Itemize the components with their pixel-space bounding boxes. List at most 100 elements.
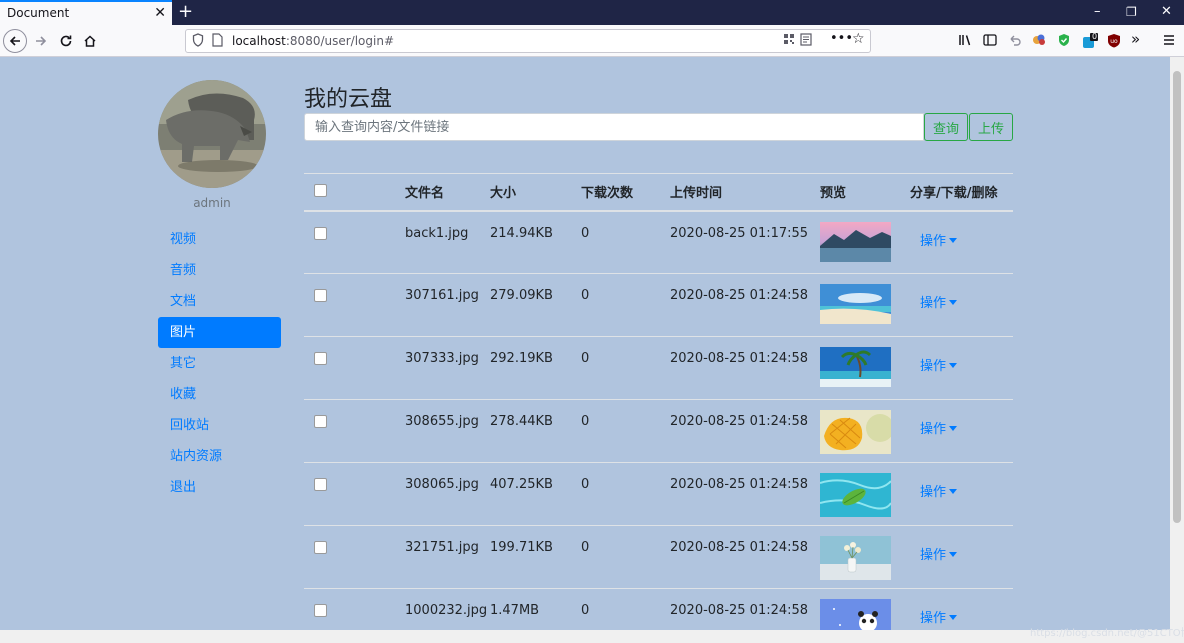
column-header-downloads[interactable]: 下载次数 xyxy=(581,173,670,212)
file-name: back1.jpg xyxy=(405,210,490,274)
vertical-scrollbar-thumb[interactable] xyxy=(1173,71,1181,523)
preview-thumbnail[interactable] xyxy=(820,410,891,454)
sidebar-item-documents[interactable]: 文档 xyxy=(158,286,281,317)
actions-dropdown[interactable]: 操作 xyxy=(920,607,958,626)
overflow-chevron-icon[interactable]: » xyxy=(1131,31,1140,47)
upload-time: 2020-08-25 01:24:58 xyxy=(670,336,820,400)
upload-time: 2020-08-25 01:24:58 xyxy=(670,399,820,463)
row-checkbox[interactable] xyxy=(314,352,327,365)
preview-thumbnail[interactable] xyxy=(820,473,891,517)
search-input[interactable] xyxy=(304,113,924,141)
tab-document[interactable]: Document ✕ xyxy=(0,0,172,25)
preview-thumbnail[interactable] xyxy=(820,347,891,387)
username: admin xyxy=(193,196,231,210)
horizontal-scrollbar[interactable] xyxy=(0,630,1184,643)
file-name: 308065.jpg xyxy=(405,462,490,526)
page-title: 我的云盘 xyxy=(304,87,393,112)
url-bar[interactable]: localhost:8080/user/login# ••• ☆ xyxy=(185,29,871,53)
row-checkbox[interactable] xyxy=(314,541,327,554)
page-actions-icon[interactable]: ••• xyxy=(830,31,853,46)
forward-arrow-icon xyxy=(36,36,47,46)
actions-dropdown[interactable]: 操作 xyxy=(920,481,958,500)
shield-extension-icon[interactable] xyxy=(1057,33,1071,51)
download-count: 0 xyxy=(581,273,670,337)
sidebar-item-favorites[interactable]: 收藏 xyxy=(158,379,281,410)
preview-thumbnail[interactable] xyxy=(820,221,891,262)
actions-dropdown[interactable]: 操作 xyxy=(920,544,958,563)
page-info-icon[interactable] xyxy=(212,33,223,50)
extension-badge-count: 0 xyxy=(1092,32,1098,41)
forward-button[interactable] xyxy=(30,30,52,52)
caret-down-icon xyxy=(949,237,958,243)
select-all-cell xyxy=(304,173,405,212)
file-name: 307333.jpg xyxy=(405,336,490,400)
new-tab-button[interactable]: + xyxy=(178,1,193,23)
upload-time: 2020-08-25 01:24:58 xyxy=(670,462,820,526)
caret-down-icon xyxy=(949,489,958,494)
file-size: 292.19KB xyxy=(490,336,581,400)
download-count: 0 xyxy=(581,525,670,589)
preview-thumbnail[interactable] xyxy=(820,284,891,324)
qr-code-icon[interactable] xyxy=(783,33,795,48)
back-arrow-icon xyxy=(9,36,20,46)
restore-button[interactable]: ❐ xyxy=(1126,3,1137,21)
back-button[interactable] xyxy=(3,29,27,53)
download-count: 0 xyxy=(581,462,670,526)
sidebar-item-logout[interactable]: 退出 xyxy=(158,472,281,503)
tab-title: Document xyxy=(7,6,70,20)
url-host: localhost xyxy=(232,34,286,48)
file-size: 199.71KB xyxy=(490,525,581,589)
table-row: 307161.jpg 279.09KB 0 2020-08-25 01:24:5… xyxy=(304,273,1013,337)
select-all-checkbox[interactable] xyxy=(314,183,327,197)
preview-thumbnail[interactable] xyxy=(820,536,891,580)
shield-icon[interactable] xyxy=(192,33,204,50)
url-path: :8080/user/login# xyxy=(285,34,395,48)
upload-time: 2020-08-25 01:24:58 xyxy=(670,525,820,589)
ublock-icon[interactable]: uo xyxy=(1107,33,1121,52)
sidebar-item-recycle-bin[interactable]: 回收站 xyxy=(158,410,281,441)
reload-button[interactable] xyxy=(55,30,77,52)
bookmark-star-icon[interactable]: ☆ xyxy=(852,31,865,47)
query-button[interactable]: 查询 xyxy=(924,113,968,141)
sidebar-item-video[interactable]: 视频 xyxy=(158,224,281,255)
column-header-size[interactable]: 大小 xyxy=(490,173,581,212)
caret-down-icon xyxy=(949,426,958,431)
file-size: 278.44KB xyxy=(490,399,581,463)
menu-icon[interactable] xyxy=(1162,33,1176,51)
row-checkbox[interactable] xyxy=(314,415,327,428)
extension-badge-icon[interactable]: 0 xyxy=(1082,32,1098,53)
tab-close-icon[interactable]: ✕ xyxy=(154,5,166,21)
actions-dropdown[interactable]: 操作 xyxy=(920,292,958,311)
actions-dropdown[interactable]: 操作 xyxy=(920,230,958,249)
file-name: 307161.jpg xyxy=(405,273,490,337)
sidebar-item-images[interactable]: 图片 xyxy=(158,317,281,348)
reader-view-icon[interactable] xyxy=(800,33,812,49)
row-checkbox[interactable] xyxy=(314,478,327,491)
minimize-button[interactable]: – xyxy=(1094,3,1101,21)
row-checkbox[interactable] xyxy=(314,226,327,240)
library-icon[interactable] xyxy=(958,33,972,51)
file-size: 279.09KB xyxy=(490,273,581,337)
table-header-row: 文件名 大小 下载次数 上传时间 预览 分享/下载/删除 xyxy=(304,173,1013,212)
upload-button[interactable]: 上传 xyxy=(969,113,1013,141)
extension-color-icon[interactable] xyxy=(1032,33,1047,51)
row-checkbox[interactable] xyxy=(314,604,327,617)
undo-icon[interactable] xyxy=(1008,33,1022,51)
actions-dropdown[interactable]: 操作 xyxy=(920,418,958,437)
column-header-upload-time[interactable]: 上传时间 xyxy=(670,173,820,212)
window-close-button[interactable]: ✕ xyxy=(1161,3,1172,21)
row-checkbox[interactable] xyxy=(314,289,327,302)
download-count: 0 xyxy=(581,399,670,463)
vertical-scrollbar[interactable] xyxy=(1170,57,1184,630)
column-header-filename[interactable]: 文件名 xyxy=(405,173,490,212)
caret-down-icon xyxy=(949,552,958,557)
actions-dropdown[interactable]: 操作 xyxy=(920,355,958,374)
sidebar-item-site-resources[interactable]: 站内资源 xyxy=(158,441,281,472)
caret-down-icon xyxy=(949,615,958,620)
sidebar-item-audio[interactable]: 音频 xyxy=(158,255,281,286)
sidebar-toggle-icon[interactable] xyxy=(983,33,997,51)
sidebar-item-other[interactable]: 其它 xyxy=(158,348,281,379)
home-button[interactable] xyxy=(79,30,101,52)
sidebar-nav: 视频 音频 文档 图片 其它 收藏 回收站 站内资源 退出 xyxy=(158,224,281,503)
table-row: 308655.jpg 278.44KB 0 2020-08-25 01:24:5… xyxy=(304,399,1013,463)
